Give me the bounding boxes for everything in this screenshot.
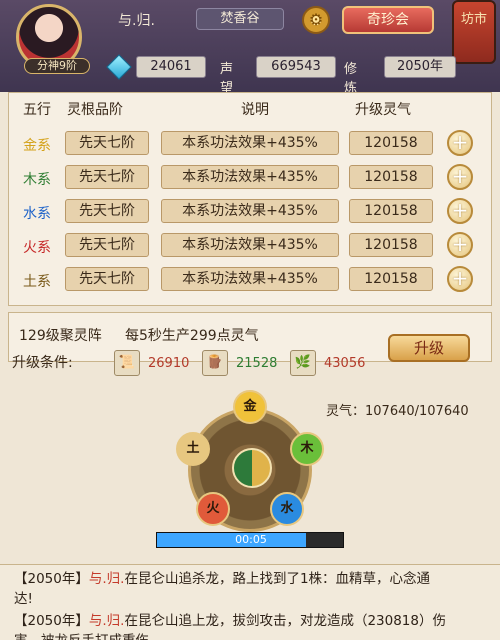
log-entry: 【2050年】与.归.在昆仑山追上龙，拔剑攻击，对龙造成（230818）伤: [14, 611, 484, 631]
plus-icon[interactable]: +: [447, 164, 473, 190]
header-upgrade-cost: 升级灵气: [355, 102, 411, 118]
log-entry-continued: 达!: [14, 591, 33, 607]
log-player-name: 与.归.: [88, 571, 125, 587]
element-name: 金系: [23, 138, 51, 154]
grade-cell: 先天七阶: [65, 233, 149, 257]
market-label: 坊市: [460, 12, 487, 27]
effect-cell: 本系功法效果+435%: [161, 233, 339, 257]
reputation-value: 669543: [256, 56, 336, 78]
sect-name: 焚香谷: [196, 8, 284, 30]
log-text: 在昆仑山追杀龙，路上找到了1株：血精草，心念通: [124, 571, 431, 587]
lingqi-counter: 灵气：107640/107640: [326, 404, 469, 419]
reputation-label: 声望: [220, 62, 234, 96]
wood-icon: 🪵: [202, 350, 228, 376]
metal-node[interactable]: 金: [233, 390, 267, 424]
table-row: 木系 先天七阶 本系功法效果+435% 120158 +: [9, 161, 493, 195]
top-header: 分神9阶 与.归. 焚香谷 ⚙ 奇珍会 坊市 24061 声望 669543 修…: [0, 0, 500, 96]
progress-timer: 00:05: [235, 533, 267, 546]
wood-node[interactable]: 木: [290, 432, 324, 466]
table-row: 水系 先天七阶 本系功法效果+435% 120158 +: [9, 195, 493, 229]
header-grade: 灵根品阶: [67, 102, 123, 118]
element-name: 水系: [23, 206, 51, 222]
production-progress-bar: 00:05: [156, 532, 344, 548]
cost-cell: 120158: [349, 267, 433, 291]
log-entry: 【2050年】与.归.在昆仑山追杀龙，路上找到了1株：血精草，心念通: [14, 569, 484, 589]
effect-cell: 本系功法效果+435%: [161, 165, 339, 189]
scroll-icon: 📜: [114, 350, 140, 376]
table-row: 火系 先天七阶 本系功法效果+435% 120158 +: [9, 229, 493, 263]
market-button[interactable]: 坊市: [452, 0, 496, 64]
cultivation-year: 2050年: [384, 56, 456, 78]
grade-cell: 先天七阶: [65, 165, 149, 189]
effect-cell: 本系功法效果+435%: [161, 131, 339, 155]
herb-icon: 🌿: [290, 350, 316, 376]
table-row: 金系 先天七阶 本系功法效果+435% 120158 +: [9, 127, 493, 161]
array-description: 每5秒生产299点灵气: [125, 328, 259, 344]
player-name: 与.归.: [118, 13, 155, 29]
treasure-button[interactable]: 奇珍会: [342, 6, 434, 34]
cost-cell: 120158: [349, 165, 433, 189]
effect-cell: 本系功法效果+435%: [161, 267, 339, 291]
spirit-stone-icon: [106, 54, 132, 80]
plus-icon[interactable]: +: [447, 130, 473, 156]
grade-cell: 先天七阶: [65, 267, 149, 291]
water-node[interactable]: 水: [270, 492, 304, 526]
resource-value: 26910: [148, 356, 190, 371]
log-year: 【2050年】: [14, 613, 89, 629]
yin-yang-icon[interactable]: [232, 448, 272, 488]
element-name: 木系: [23, 172, 51, 188]
event-log[interactable]: 【2050年】与.归.在昆仑山追杀龙，路上找到了1株：血精草，心念通 达! 【2…: [0, 564, 500, 640]
earth-node[interactable]: 土: [176, 432, 210, 466]
header-description: 说明: [241, 102, 269, 118]
log-player-name: 与.归.: [88, 613, 125, 629]
resource-value: 43056: [324, 356, 366, 371]
spirit-root-table: 五行 灵根品阶 说明 升级灵气 金系 先天七阶 本系功法效果+435% 1201…: [8, 92, 492, 306]
fire-node[interactable]: 火: [196, 492, 230, 526]
log-year: 【2050年】: [14, 571, 89, 587]
log-entry-continued: 害，被龙反手打成重伤: [14, 631, 484, 640]
requirement-label: 升级条件:: [12, 355, 73, 371]
grade-cell: 先天七阶: [65, 131, 149, 155]
resource-value: 21528: [236, 356, 278, 371]
gear-icon[interactable]: ⚙: [302, 6, 330, 34]
table-row: 土系 先天七阶 本系功法效果+435% 120158 +: [9, 263, 493, 297]
rank-badge: 分神9阶: [24, 58, 90, 74]
plus-icon[interactable]: +: [447, 232, 473, 258]
cost-cell: 120158: [349, 233, 433, 257]
currency-value: 24061: [136, 56, 206, 78]
upgrade-button[interactable]: 升级: [388, 334, 470, 362]
log-text: 在昆仑山追上龙，拔剑攻击，对龙造成（230818）伤: [124, 613, 446, 629]
plus-icon[interactable]: +: [447, 266, 473, 292]
array-title: 129级聚灵阵: [19, 328, 102, 344]
cultivation-label: 修炼: [344, 62, 358, 96]
cost-cell: 120158: [349, 199, 433, 223]
element-name: 火系: [23, 240, 51, 256]
header-element: 五行: [23, 102, 51, 118]
cost-cell: 120158: [349, 131, 433, 155]
grade-cell: 先天七阶: [65, 199, 149, 223]
effect-cell: 本系功法效果+435%: [161, 199, 339, 223]
plus-icon[interactable]: +: [447, 198, 473, 224]
element-name: 土系: [23, 274, 51, 290]
